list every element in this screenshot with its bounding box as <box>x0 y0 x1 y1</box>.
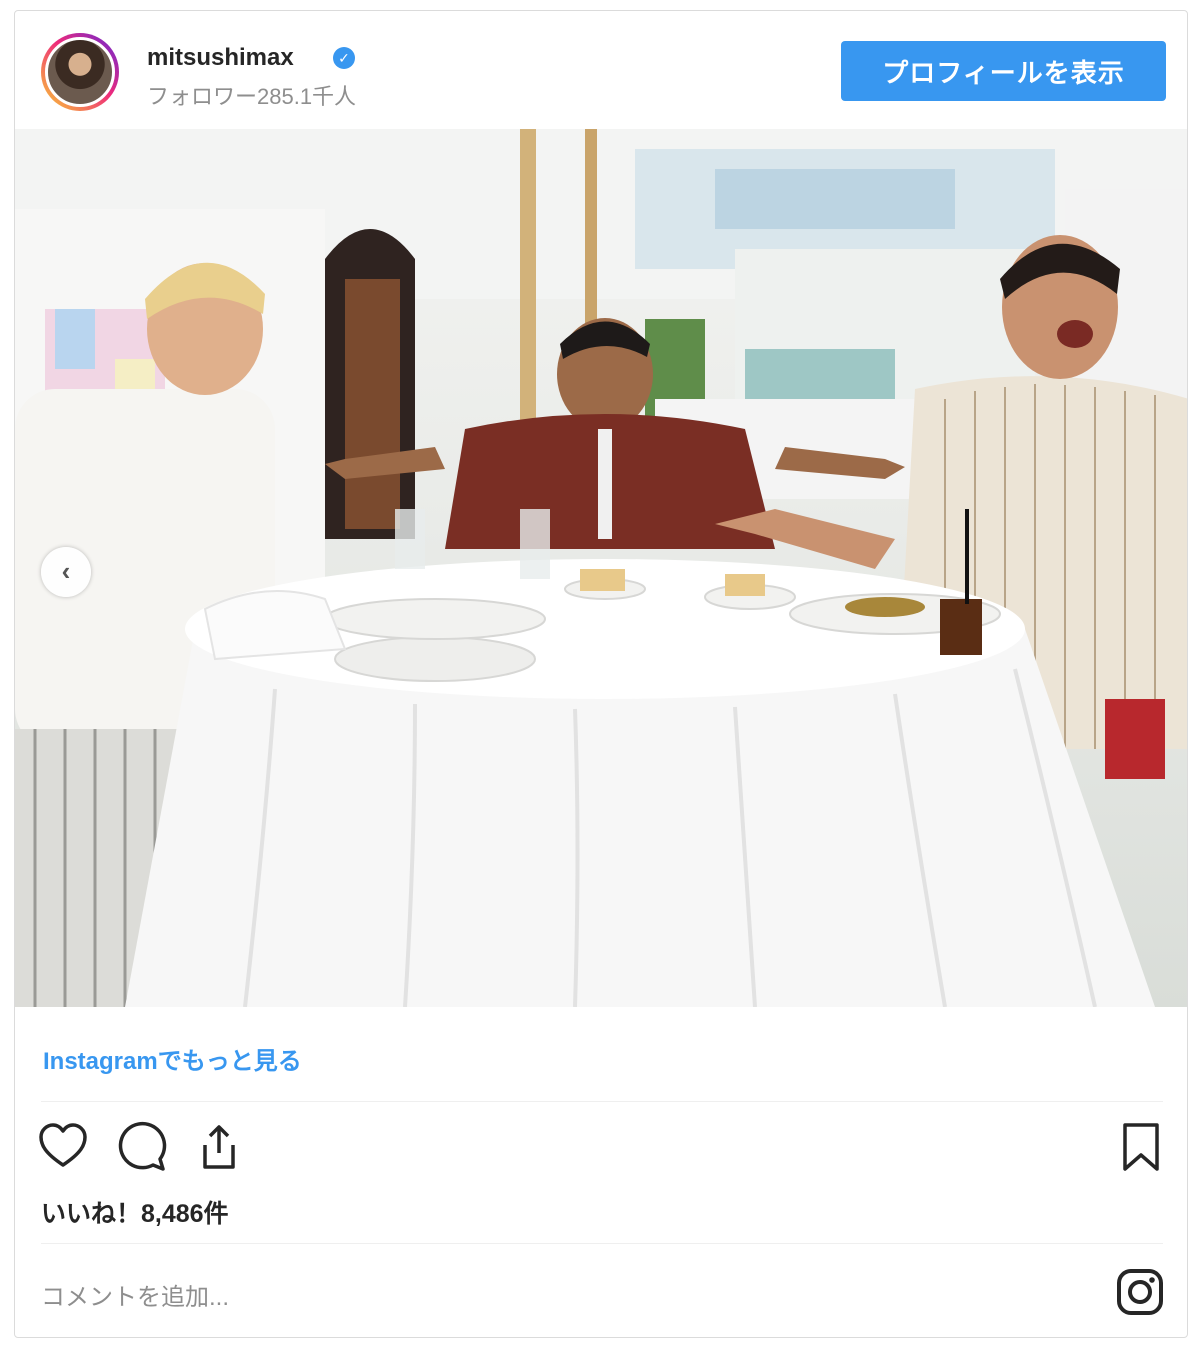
avatar[interactable] <box>41 33 119 111</box>
divider <box>41 1101 1163 1102</box>
verified-badge-icon: ✓ <box>333 47 355 69</box>
chevron-left-icon: ‹ <box>61 556 71 586</box>
share-icon[interactable] <box>191 1119 247 1175</box>
comment-icon[interactable] <box>113 1119 169 1175</box>
view-more-on-instagram-link[interactable]: Instagramでもっと見る <box>43 1041 302 1076</box>
photo-scene <box>15 129 1187 1007</box>
post-photo[interactable]: ‹ <box>15 129 1187 1007</box>
follower-count: フォロワー285.1千人 <box>147 84 357 109</box>
instagram-embed-card: mitsushimax ✓ フォロワー285.1千人 プロフィールを表示 ‹ I… <box>14 10 1188 1338</box>
divider <box>41 1243 1163 1244</box>
heart-icon[interactable] <box>35 1119 91 1175</box>
username[interactable]: mitsushimax <box>147 44 294 72</box>
view-profile-button[interactable]: プロフィールを表示 <box>841 41 1166 101</box>
like-count: いいね！8,486件 <box>41 1200 229 1228</box>
instagram-icon[interactable] <box>1115 1267 1165 1317</box>
post-header: mitsushimax ✓ フォロワー285.1千人 プロフィールを表示 <box>15 11 1187 129</box>
bookmark-icon[interactable] <box>1113 1119 1169 1175</box>
add-comment-input[interactable]: コメントを追加... <box>41 1277 229 1312</box>
carousel-prev-button[interactable]: ‹ <box>41 547 91 597</box>
avatar-image <box>45 37 115 107</box>
